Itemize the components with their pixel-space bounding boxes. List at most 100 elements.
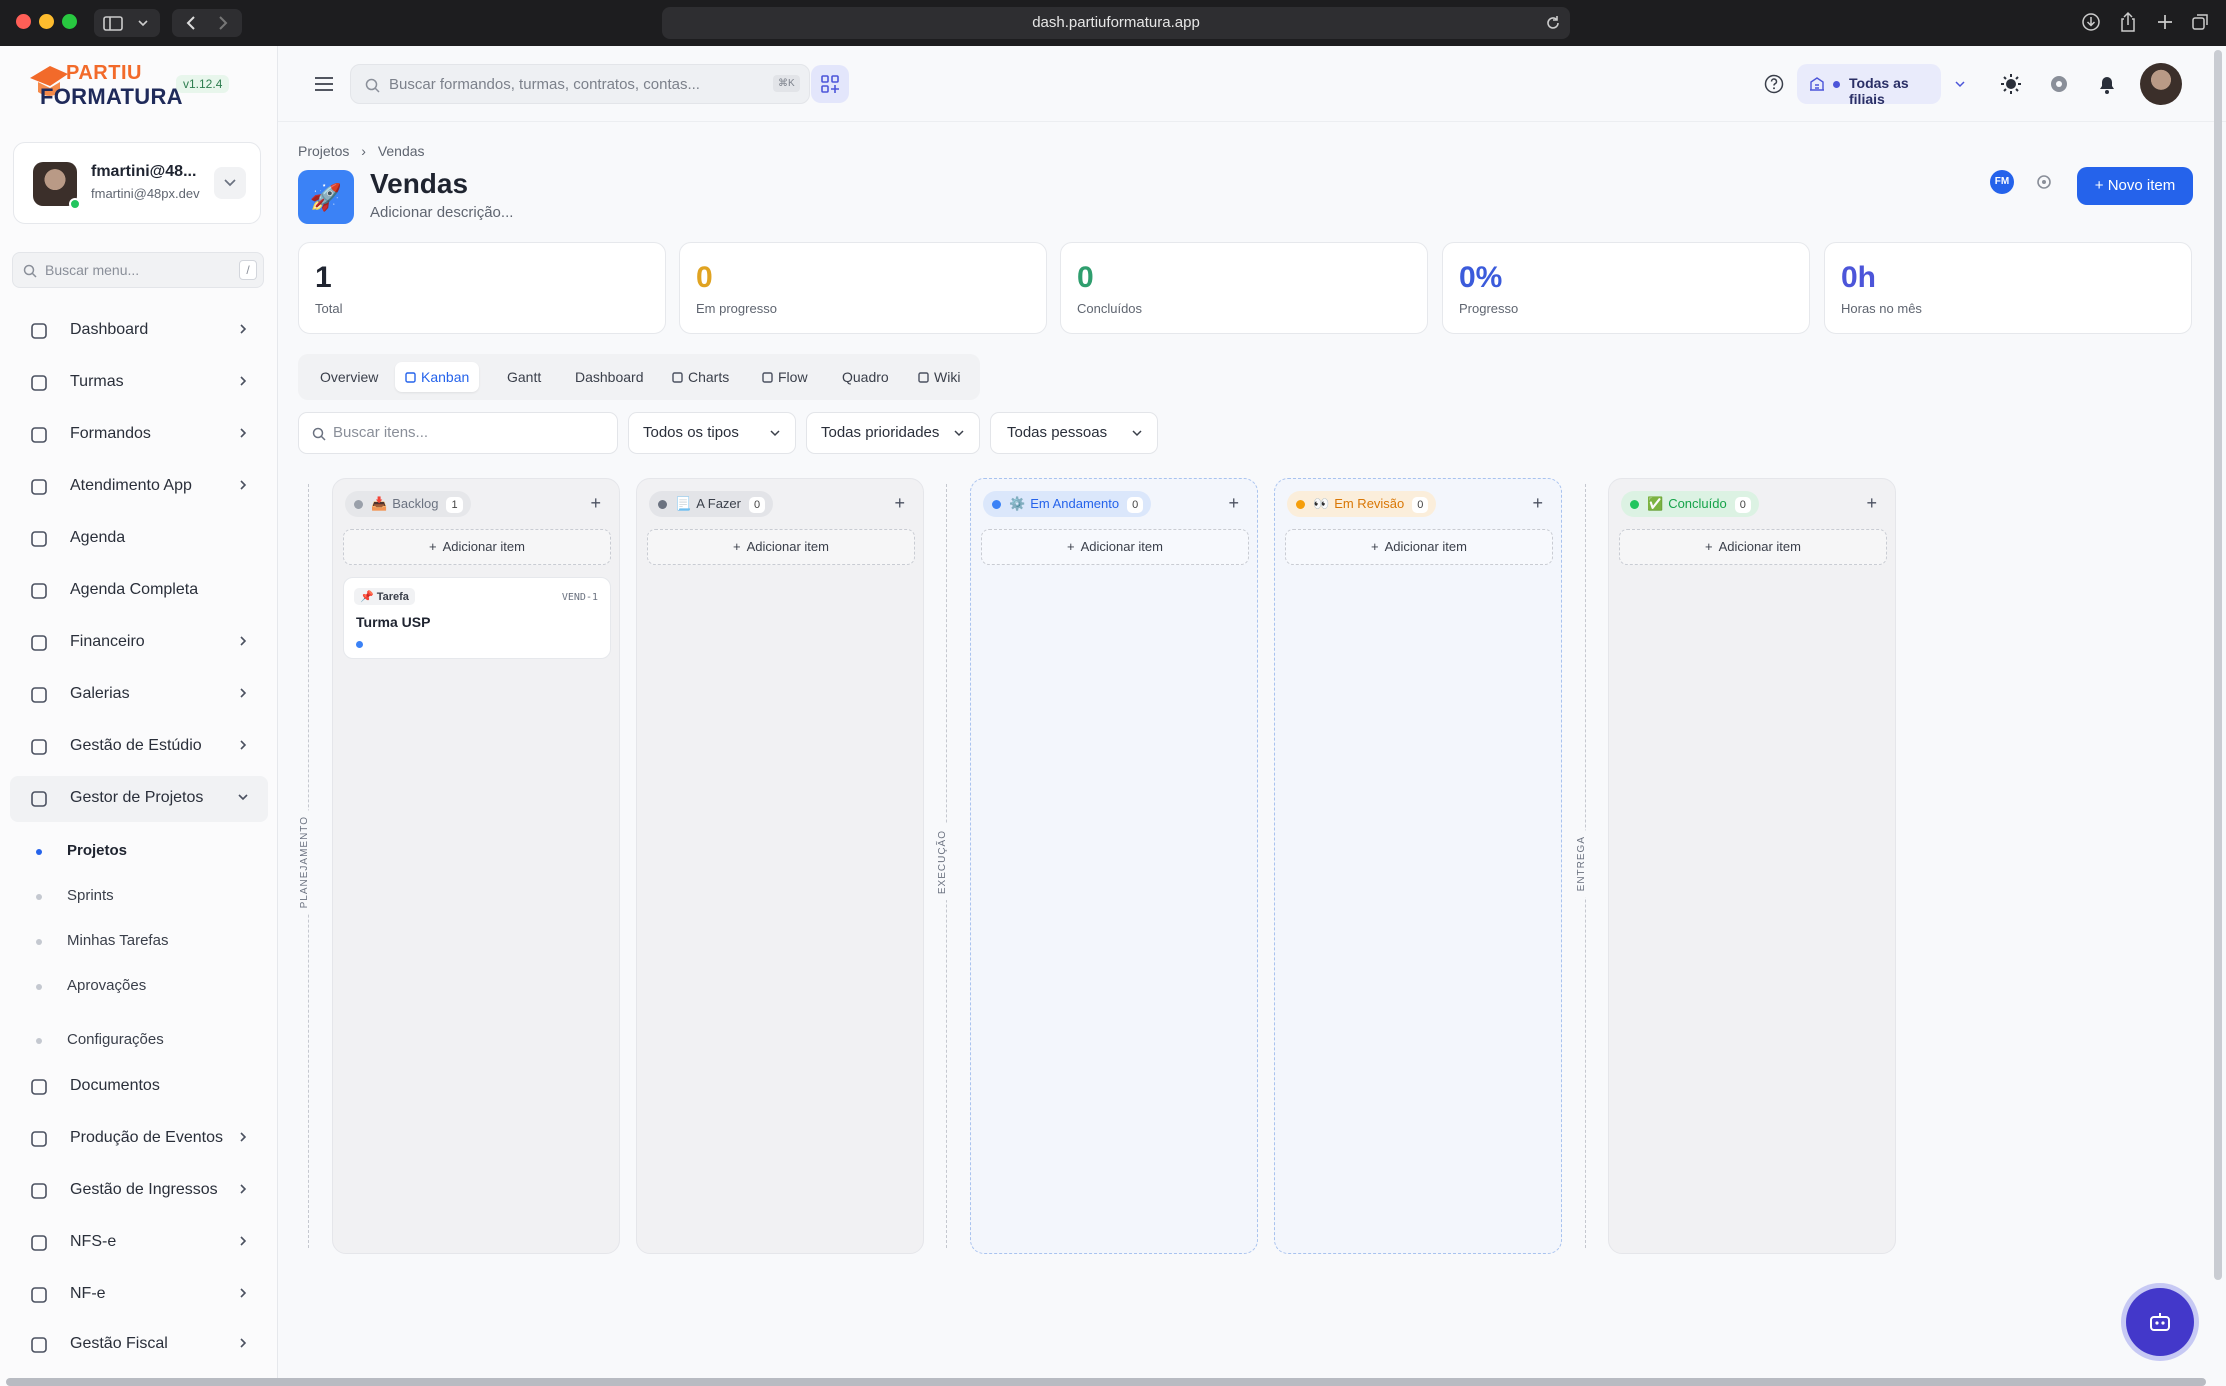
tab-overview-icon[interactable] xyxy=(2190,12,2210,32)
items-search-input[interactable]: Buscar itens... xyxy=(298,412,618,454)
stat-value: 0 xyxy=(1077,261,1094,294)
version-badge: v1.12.4 xyxy=(176,75,230,93)
chevron-right-icon xyxy=(236,634,250,648)
tab-quadro[interactable]: Quadro xyxy=(832,362,899,392)
sidebar-item-produ-o-de-eventos[interactable]: Produção de Eventos xyxy=(10,1116,268,1162)
share-icon[interactable] xyxy=(2118,11,2138,33)
add-item-button[interactable]: + Adicionar item xyxy=(343,529,611,565)
add-icon[interactable]: + xyxy=(1866,493,1877,514)
project-icon[interactable]: 🚀 xyxy=(298,170,354,224)
sidebar-item-gest-o-de-ingressos[interactable]: Gestão de Ingressos xyxy=(10,1168,268,1214)
task-card[interactable]: 📌 Tarefa VEND-1 Turma USP xyxy=(343,577,611,659)
add-item-button[interactable]: + Adicionar item xyxy=(647,529,915,565)
ticket-icon xyxy=(30,1182,48,1200)
column-header[interactable]: ⚙️ Em Andamento 0 xyxy=(983,491,1152,517)
tab-label: Dashboard xyxy=(575,369,644,385)
chevron-down-icon xyxy=(954,430,964,437)
sidebar-item-documentos[interactable]: Documentos xyxy=(10,1064,268,1110)
sidebar-item-gest-o-fiscal[interactable]: Gestão Fiscal xyxy=(10,1322,268,1368)
column-header[interactable]: ✅ Concluído 0 xyxy=(1621,491,1759,517)
chevron-right-icon xyxy=(236,374,250,388)
column-emoji: ✅ xyxy=(1647,496,1664,511)
reload-icon[interactable] xyxy=(1544,14,1562,32)
tab-dashboard[interactable]: Dashboard xyxy=(565,362,654,392)
sidebar-item-dashboard[interactable]: Dashboard xyxy=(10,308,268,354)
sidebar-item-gest-o-de-est-dio[interactable]: Gestão de Estúdio xyxy=(10,724,268,770)
new-tab-icon[interactable] xyxy=(2155,12,2175,32)
sidebar-item-nf-e[interactable]: NF-e xyxy=(10,1272,268,1318)
add-icon[interactable]: + xyxy=(1228,493,1239,514)
assistant-button[interactable] xyxy=(2126,1288,2194,1356)
chevron-down-icon xyxy=(770,430,780,437)
sidebar-item-gestor-de-projetos[interactable]: Gestor de Projetos xyxy=(10,776,268,822)
vertical-scrollbar[interactable] xyxy=(2214,50,2222,1280)
help-button[interactable] xyxy=(1755,65,1793,103)
add-item-button[interactable]: + Adicionar item xyxy=(1285,529,1553,565)
calculator-icon xyxy=(30,1336,48,1354)
tab-charts[interactable]: Charts xyxy=(662,362,739,392)
sidebar-toggle-button[interactable] xyxy=(94,9,160,37)
maximize-window-button[interactable] xyxy=(62,14,77,29)
priority-filter[interactable]: Todas prioridades xyxy=(806,412,980,454)
settings-button[interactable] xyxy=(2040,65,2078,103)
user-menu-button[interactable] xyxy=(214,167,246,199)
minimize-window-button[interactable] xyxy=(39,14,54,29)
column-header[interactable]: 📥 Backlog 1 xyxy=(345,491,471,517)
bell-icon xyxy=(2100,77,2114,94)
tab-flow[interactable]: Flow xyxy=(752,362,818,392)
breadcrumb-projetos[interactable]: Projetos xyxy=(298,143,349,159)
sidebar-item-turmas[interactable]: Turmas xyxy=(10,360,268,406)
column-title: Em Revisão xyxy=(1334,496,1405,511)
tab-gantt[interactable]: Gantt xyxy=(497,362,551,392)
profile-avatar[interactable] xyxy=(2140,63,2182,105)
add-icon[interactable]: + xyxy=(894,493,905,514)
sidebar-item-financeiro[interactable]: Financeiro xyxy=(10,620,268,666)
sidebar-item-galerias[interactable]: Galerias xyxy=(10,672,268,718)
new-item-button[interactable]: + Novo item xyxy=(2077,167,2193,205)
member-avatar[interactable]: FM xyxy=(1990,170,2014,194)
column-header[interactable]: 👀 Em Revisão 0 xyxy=(1287,491,1437,517)
add-icon[interactable]: + xyxy=(1532,493,1543,514)
menu-toggle-button[interactable] xyxy=(305,65,343,103)
horizontal-scrollbar[interactable] xyxy=(6,1378,2206,1386)
column-count: 0 xyxy=(748,497,766,513)
column-header[interactable]: 📃 A Fazer 0 xyxy=(649,491,774,517)
branch-selector[interactable]: Todas as filiais xyxy=(1797,64,1965,107)
chevron-down-icon xyxy=(236,790,250,804)
address-bar[interactable]: dash.partiuformatura.app xyxy=(662,7,1570,39)
sidebar-item-label: Dashboard xyxy=(70,321,149,338)
people-filter[interactable]: Todas pessoas xyxy=(990,412,1158,454)
sidebar-item-formandos[interactable]: Formandos xyxy=(10,412,268,458)
theme-toggle-button[interactable] xyxy=(1992,65,2030,103)
close-window-button[interactable] xyxy=(16,14,31,29)
downloads-icon[interactable] xyxy=(2081,12,2101,32)
column-count: 0 xyxy=(1127,497,1144,513)
sidebar-item-agenda[interactable]: Agenda xyxy=(10,516,268,562)
building-icon xyxy=(1810,77,1824,91)
add-item-button[interactable]: + Adicionar item xyxy=(1619,529,1887,565)
add-icon[interactable]: + xyxy=(590,493,601,514)
sidebar-search-input[interactable]: Buscar menu... / xyxy=(12,252,264,288)
help-icon xyxy=(1764,74,1784,94)
add-item-button[interactable]: + Adicionar item xyxy=(981,529,1249,565)
apps-button[interactable] xyxy=(811,65,849,103)
stat-card-progresso: 0% Progresso xyxy=(1442,242,1810,334)
global-search-input[interactable]: Buscar formandos, turmas, contratos, con… xyxy=(350,64,810,104)
user-card[interactable]: fmartini@48... fmartini@48px.dev xyxy=(13,142,261,224)
project-settings-button[interactable] xyxy=(2026,164,2062,200)
sidebar-item-atendimento-app[interactable]: Atendimento App xyxy=(10,464,268,510)
chart-icon xyxy=(672,372,683,383)
bot-icon xyxy=(2150,1313,2170,1331)
tab-kanban[interactable]: Kanban xyxy=(395,362,480,392)
chevron-right-icon xyxy=(236,1286,250,1300)
add-item-label: Adicionar item xyxy=(442,539,525,554)
tab-overview[interactable]: Overview xyxy=(310,362,388,392)
stat-card-total: 1 Total xyxy=(298,242,666,334)
sidebar-item-nfs-e[interactable]: NFS-e xyxy=(10,1220,268,1266)
add-item-label: Adicionar item xyxy=(1718,539,1801,554)
sidebar-item-agenda-completa[interactable]: Agenda Completa xyxy=(10,568,268,614)
notifications-button[interactable] xyxy=(2088,65,2126,103)
tab-wiki[interactable]: Wiki xyxy=(908,362,970,392)
project-description[interactable]: Adicionar descrição... xyxy=(370,204,513,221)
type-filter[interactable]: Todos os tipos xyxy=(628,412,796,454)
